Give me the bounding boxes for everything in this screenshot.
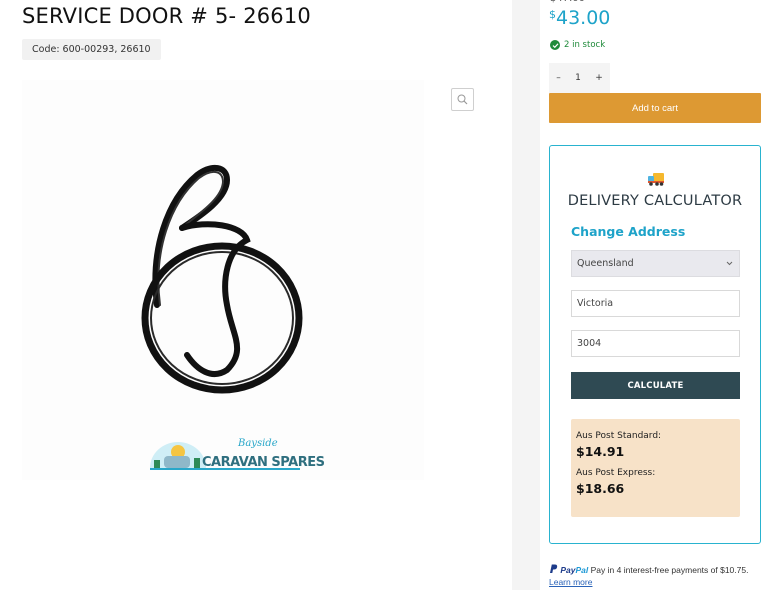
postcode-input[interactable]: 3004 xyxy=(571,330,740,357)
shipping-option-label: Aus Post Standard: xyxy=(576,431,662,441)
shipping-option-label: Aus Post Express: xyxy=(576,468,656,478)
svg-text:CARAVAN SPARES: CARAVAN SPARES xyxy=(202,455,325,470)
increase-quantity-button[interactable]: + xyxy=(595,73,603,83)
paypal-installments-text: Pay in 4 interest-free payments of $10.7… xyxy=(590,565,749,575)
currency-symbol: $ xyxy=(549,8,556,21)
price-value: 43.00 xyxy=(556,7,611,29)
paypal-logo: PayPal xyxy=(560,565,588,575)
state-select[interactable]: Queensland xyxy=(571,250,740,277)
suburb-input[interactable]: Victoria xyxy=(571,290,740,317)
paypal-message: PayPal Pay in 4 interest-free payments o… xyxy=(549,564,748,575)
decrease-quantity-button[interactable]: – xyxy=(556,73,561,83)
product-gallery-column: SERVICE DOOR # 5- 26610 Code: 600-00293,… xyxy=(0,0,512,590)
check-circle-icon xyxy=(550,40,560,50)
add-to-cart-button[interactable]: Add to cart xyxy=(549,93,761,123)
product-title: SERVICE DOOR # 5- 26610 xyxy=(22,4,311,28)
svg-text:Bayside: Bayside xyxy=(237,438,278,449)
paypal-logo-pay: Pay xyxy=(560,565,576,575)
zoom-image-button[interactable] xyxy=(451,88,474,111)
product-image[interactable]: Bayside CARAVAN SPARES xyxy=(22,80,424,480)
stock-text: 2 in stock xyxy=(564,40,606,50)
current-price: $43.00 xyxy=(549,7,610,29)
paypal-icon xyxy=(550,564,558,573)
stock-status: 2 in stock xyxy=(550,40,605,50)
shipping-option-price: $14.91 xyxy=(576,444,625,459)
paypal-logo-pal: Pal xyxy=(575,565,589,575)
column-gutter xyxy=(512,0,540,590)
old-price: $47.00 xyxy=(550,0,585,4)
shipping-results: Aus Post Standard: $14.91 Aus Post Expre… xyxy=(571,419,740,517)
shipping-option-price: $18.66 xyxy=(576,481,625,496)
change-address-heading: Change Address xyxy=(571,224,686,239)
delivery-truck-icon xyxy=(648,173,664,186)
learn-more-link[interactable]: Learn more xyxy=(549,577,592,587)
quantity-stepper[interactable]: – 1 + xyxy=(549,63,610,93)
quantity-input[interactable]: 1 xyxy=(575,73,581,83)
state-select-value: Queensland xyxy=(577,258,634,269)
magnifier-icon xyxy=(457,94,468,105)
product-code-badge: Code: 600-00293, 26610 xyxy=(22,39,161,60)
delivery-calculator: DELIVERY CALCULATOR Change Address Queen… xyxy=(549,145,761,544)
chevron-down-icon xyxy=(726,261,733,266)
door-seal-image: Bayside CARAVAN SPARES xyxy=(22,80,424,480)
calculate-button[interactable]: CALCULATE xyxy=(571,372,740,399)
product-summary-column: $47.00 $43.00 2 in stock – 1 + Add to ca… xyxy=(540,0,768,590)
delivery-calculator-title: DELIVERY CALCULATOR xyxy=(567,193,743,209)
